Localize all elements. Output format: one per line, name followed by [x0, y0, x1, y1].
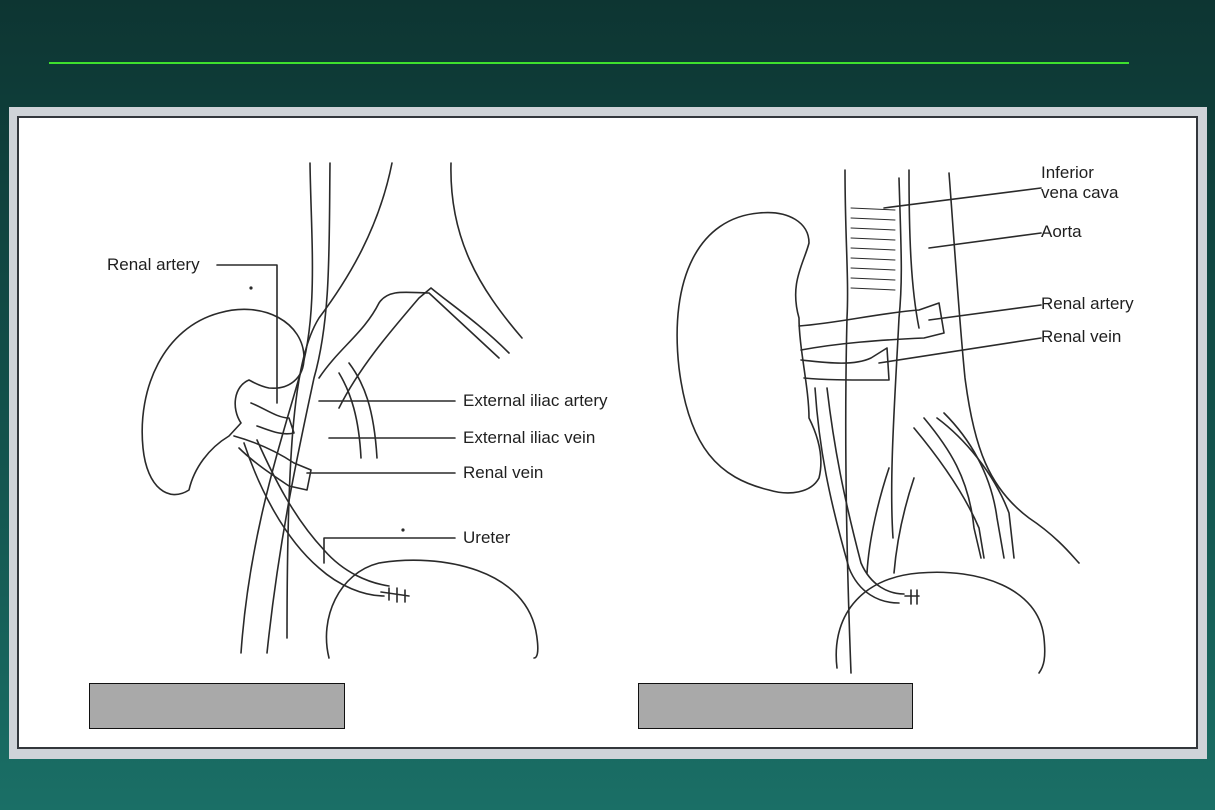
- right-ivc-left: [844, 169, 852, 674]
- label-left-external-iliac-vein: External iliac vein: [463, 428, 596, 447]
- right-iliac-c: [866, 467, 890, 574]
- label-left-external-iliac-artery: External iliac artery: [463, 391, 608, 410]
- right-bladder: [835, 571, 1046, 674]
- right-kidney: [676, 211, 822, 494]
- caption-box-right: [638, 683, 913, 729]
- figure-frame: Renal artery External iliac artery Exter…: [9, 107, 1207, 759]
- left-bladder: [325, 559, 539, 659]
- right-renal-vein: [800, 347, 890, 381]
- leader-right-aorta: [928, 232, 1042, 249]
- right-ureter: [814, 387, 900, 604]
- label-left-renal-vein: Renal vein: [463, 463, 544, 482]
- caption-box-left: [89, 683, 345, 729]
- right-ivc-hatching: [850, 207, 896, 291]
- label-right-renal-vein: Renal vein: [1041, 327, 1122, 346]
- right-renal-artery: [798, 302, 945, 351]
- leader-left-renal-artery: [216, 264, 278, 404]
- right-illustration: [676, 169, 1080, 674]
- leader-right-renal-vein: [878, 337, 1042, 364]
- figure-panel: Renal artery External iliac artery Exter…: [17, 116, 1198, 749]
- label-right-inferior-vena-cava: Inferior vena cava: [1041, 163, 1119, 202]
- left-kidney: [141, 308, 305, 496]
- right-hatched-vessel: [923, 412, 1005, 559]
- label-right-aorta: Aorta: [1041, 222, 1082, 241]
- left-iliac-artery: [318, 291, 500, 379]
- leader-left-ureter: [323, 537, 456, 564]
- left-suture: [380, 587, 410, 603]
- right-iliac-d: [893, 477, 915, 574]
- label-left-renal-artery: Renal artery: [107, 255, 200, 274]
- title-divider-line: [49, 62, 1129, 64]
- right-suture: [904, 589, 920, 605]
- left-iliac-small: [348, 362, 378, 459]
- leader-right-ivc: [883, 187, 1042, 209]
- left-renal-artery-stub: [250, 402, 295, 435]
- left-ureter-b: [256, 439, 390, 587]
- right-aorta-left: [908, 169, 920, 329]
- right-iliac-a: [913, 427, 985, 559]
- leader-right-renal-artery: [928, 304, 1042, 321]
- left-ureter: [243, 442, 385, 597]
- left-iliac-small-b: [338, 372, 362, 459]
- right-ivc-right: [890, 177, 903, 539]
- left-vessel-inner: [266, 162, 331, 654]
- label-left-ureter: Ureter: [463, 528, 511, 547]
- kidney-transplant-illustration: [141, 162, 1080, 674]
- label-right-renal-artery: Renal artery: [1041, 294, 1134, 313]
